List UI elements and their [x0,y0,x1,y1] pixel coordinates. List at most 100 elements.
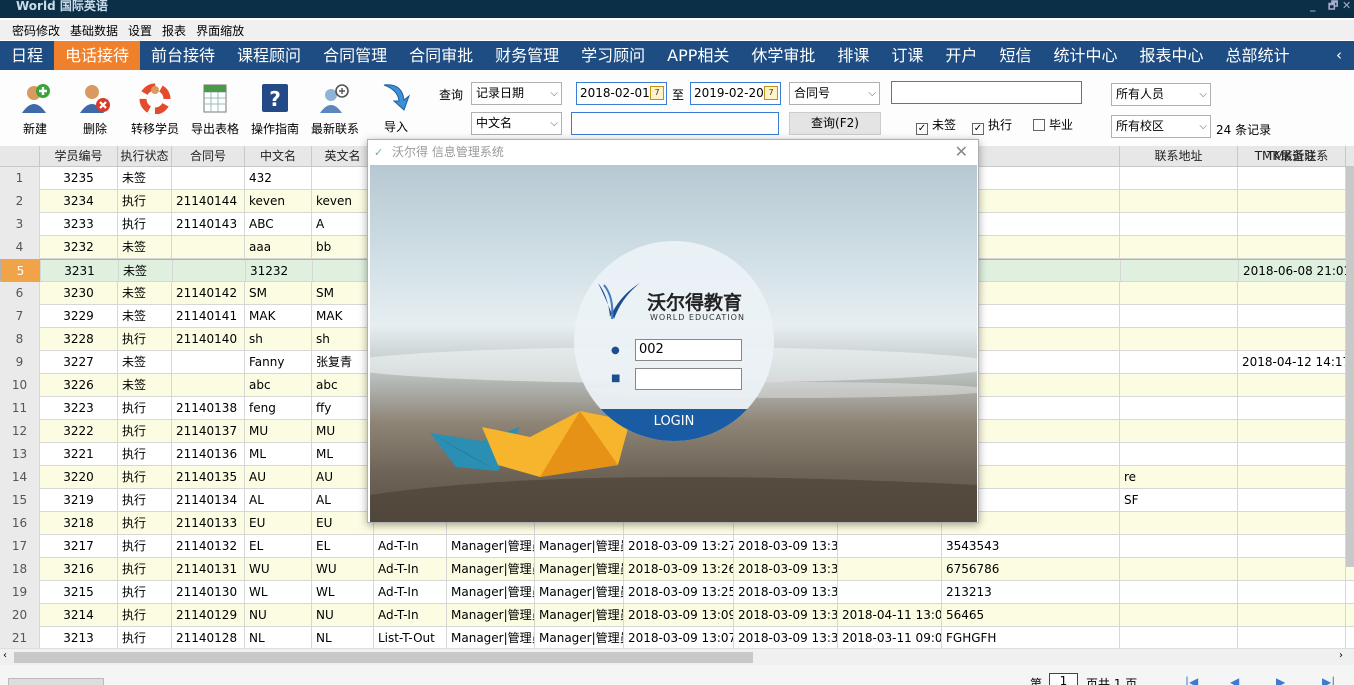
calendar-icon[interactable]: 7 [764,86,778,100]
table-cell [1238,512,1346,535]
nav-tab[interactable]: 开户 [934,41,988,70]
date-field-select[interactable]: 记录日期 ⌵ [471,82,562,105]
nav-tab[interactable]: 排课 [826,41,880,70]
column-header[interactable]: 学员编号 [40,146,118,167]
close-icon[interactable]: ✕ [1342,0,1351,12]
date-from-field[interactable]: 2018-02-01 7 [576,82,667,105]
table-row[interactable]: 17 3217 执行 21140132 EL EL Ad-T-In Manager|管理员 Ma… [0,535,1354,558]
column-header[interactable]: 中文名 [245,146,312,167]
column-header[interactable]: 英文名 [312,146,374,167]
nav-scroll-icon[interactable]: ‹ [1336,46,1342,64]
row-number: 20 [0,604,40,627]
status-tab[interactable] [8,678,104,685]
table-cell: Ad-T-In [374,535,447,558]
nav-tab[interactable]: 总部统计 [1214,41,1300,70]
checkbox-graduated[interactable]: 毕业 [1033,116,1073,133]
nav-tab[interactable]: 财务管理 [484,41,570,70]
nav-tab[interactable]: 短信 [988,41,1042,70]
nav-tab[interactable]: 休学审批 [740,41,826,70]
import-button[interactable]: 导入 [378,80,414,135]
login-button[interactable]: LOGIN [574,409,774,441]
campus-select[interactable]: 所有校区 ⌵ [1111,115,1211,138]
scroll-right-icon[interactable]: › [1339,650,1343,661]
search-type-select[interactable]: 合同号 ⌵ [789,82,880,105]
username-input[interactable]: 002 [635,339,742,361]
nav-tab[interactable]: 合同管理 [312,41,398,70]
column-header[interactable]: 合同号 [172,146,245,167]
table-cell: re [1120,466,1238,489]
menu-basic-data[interactable]: 基础数据 [70,22,118,39]
table-cell: EU [245,512,312,535]
minimize-icon[interactable]: _ [1310,0,1316,12]
table-row[interactable]: 21 3213 执行 21140128 NL NL List-T-Out Manager|管理… [0,627,1354,648]
prev-page-icon[interactable]: ◀ [1230,675,1239,685]
guide-button[interactable]: ? 操作指南 [248,82,302,137]
nav-tab[interactable]: 日程 [0,41,54,70]
nav-tab[interactable]: APP相关 [656,41,740,70]
nav-tab[interactable]: 统计中心 [1042,41,1128,70]
staff-select-value: 所有人员 [1116,87,1165,101]
date-to-field[interactable]: 2019-02-20 7 [690,82,781,105]
column-header[interactable]: 执行状态 [118,146,172,167]
latest-contact-button[interactable]: 最新联系 [308,82,362,137]
checkbox-unsigned[interactable]: ✓ 未签 [916,116,956,135]
table-cell [1120,420,1238,443]
table-row[interactable]: 19 3215 执行 21140130 WL WL Ad-T-In Manager|管理员 Ma… [0,581,1354,604]
query-button[interactable]: 查询(F2) [789,112,881,135]
table-cell: 执行 [118,443,172,466]
table-cell: 执行 [118,535,172,558]
next-page-icon[interactable]: ▶ [1276,675,1285,685]
nav-tab[interactable]: 订课 [880,41,934,70]
name-value-input[interactable] [571,112,779,135]
nav-tab[interactable]: 学习顾问 [570,41,656,70]
calendar-icon[interactable]: 7 [650,86,664,100]
table-cell: 未签 [118,167,172,190]
delete-button[interactable]: 删除 [74,82,116,137]
last-page-icon[interactable]: ▶| [1322,675,1335,685]
table-row[interactable]: 20 3214 执行 21140129 NU NU Ad-T-In Manager|管理员 Ma… [0,604,1354,627]
menu-settings[interactable]: 设置 [128,22,152,39]
nav-tab[interactable]: 报表中心 [1128,41,1214,70]
dialog-close-icon[interactable]: ✕ [955,142,968,161]
table-cell: 张复青 [312,351,374,374]
column-header[interactable]: TMK备注 [1238,146,1346,167]
restore-icon[interactable]: 🗗 [1328,0,1338,12]
nav-tab[interactable]: 电话接待 [54,41,141,70]
table-cell: 3229 [40,305,118,328]
horizontal-scrollbar[interactable]: ‹ › [0,648,1354,665]
table-cell: Ad-T-In [374,581,447,604]
menu-change-password[interactable]: 密码修改 [12,22,60,39]
table-row[interactable]: 18 3216 执行 21140131 WU WU Ad-T-In Manager|管理员 Ma… [0,558,1354,581]
table-cell: 3543543 [942,535,1120,558]
password-input[interactable] [635,368,742,390]
transfer-student-button[interactable]: 转移学员 [128,82,182,137]
table-cell: WU [312,558,374,581]
menu-bar: 密码修改 基础数据 设置 报表 界面缩放 [0,20,1354,40]
checkbox-executing[interactable]: ✓ 执行 [972,116,1012,135]
chevron-down-icon: ⌵ [550,88,558,99]
new-label: 新建 [22,122,47,136]
import-arrow-icon [380,80,412,112]
date-field-select-value: 记录日期 [476,86,525,100]
search-value-input[interactable] [891,81,1082,104]
staff-select[interactable]: 所有人员 ⌵ [1111,83,1211,106]
menu-zoom[interactable]: 界面缩放 [196,22,244,39]
export-table-button[interactable]: 导出表格 [188,82,242,137]
first-page-icon[interactable]: |◀ [1185,675,1198,685]
table-cell: 执行 [118,512,172,535]
nav-tab[interactable]: 前台接待 [140,41,226,70]
page-number-input[interactable]: 1 [1049,673,1078,685]
row-number: 5 [1,260,41,283]
scroll-left-icon[interactable]: ‹ [3,650,7,661]
menu-reports[interactable]: 报表 [162,22,186,39]
scroll-thumb[interactable] [14,652,753,663]
column-header[interactable]: 联系地址 [1120,146,1238,167]
nav-tab[interactable]: 合同审批 [398,41,484,70]
table-cell: WL [245,581,312,604]
row-number: 17 [0,535,40,558]
nav-tab[interactable]: 课程顾问 [226,41,312,70]
vertical-scrollbar[interactable] [1346,167,1354,567]
row-number: 8 [0,328,40,351]
new-button[interactable]: 新建 [14,82,56,137]
name-type-select[interactable]: 中文名 ⌵ [471,112,562,135]
